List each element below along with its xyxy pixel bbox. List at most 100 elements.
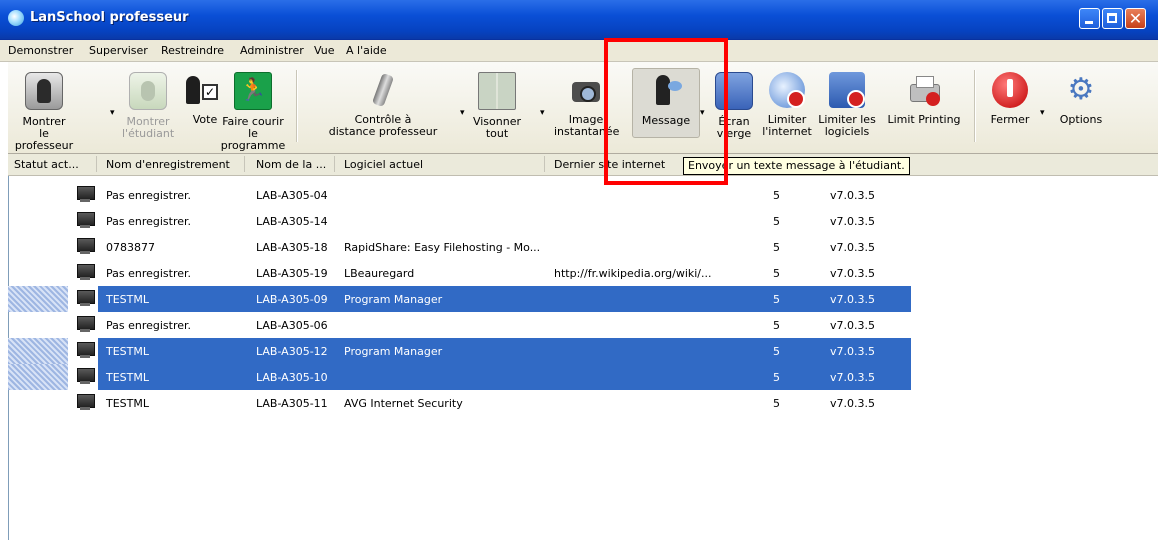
- cell-nom-enregistrement: Pas enregistrer.: [106, 215, 192, 228]
- table-row[interactable]: TESTML LAB-A305-09 Program Manager 5 v7.0.3.…: [77, 286, 911, 312]
- maximize-button[interactable]: [1102, 8, 1123, 29]
- remote-control-icon: [365, 72, 401, 108]
- cell-version: v7.0.3.5: [830, 397, 875, 410]
- table-row[interactable]: Pas enregistrer. LAB-A305-06 5 v7.0.3.5: [8, 312, 911, 338]
- monitor-icon: [76, 289, 95, 307]
- menu-superviser[interactable]: Superviser: [89, 44, 148, 57]
- cell-logiciel: Program Manager: [344, 345, 443, 358]
- column-divider[interactable]: [334, 156, 335, 172]
- limiter-internet-button[interactable]: Limiter l'internet: [760, 72, 814, 152]
- run-program-icon: 🏃: [234, 72, 272, 110]
- maximize-icon: [1107, 13, 1117, 23]
- toolbar-separator: [296, 70, 298, 142]
- visonner-tout-button[interactable]: Visonner tout: [470, 72, 524, 152]
- cell-machine: LAB-A305-10: [256, 371, 328, 384]
- camera-icon: [568, 72, 604, 108]
- column-nom-enregistrement[interactable]: Nom d'enregistrement: [106, 158, 230, 171]
- options-label: Options: [1059, 113, 1103, 126]
- fermer-button[interactable]: Fermer: [984, 72, 1036, 152]
- cell-version: v7.0.3.5: [830, 319, 875, 332]
- cell-count: 5: [773, 371, 780, 384]
- cell-version: v7.0.3.5: [830, 267, 875, 280]
- visonner-dropdown-icon[interactable]: ▾: [540, 108, 545, 118]
- monitor-icon: [76, 315, 95, 333]
- monitor-icon: [76, 393, 95, 411]
- column-logiciel-actuel[interactable]: Logiciel actuel: [344, 158, 423, 171]
- cell-nom-enregistrement: TESTML: [106, 397, 149, 410]
- fermer-label: Fermer: [990, 113, 1030, 126]
- table-row[interactable]: Pas enregistrer. LAB-A305-14 5 v7.0.3.5: [8, 208, 911, 234]
- cell-nom-enregistrement: TESTML: [106, 371, 149, 384]
- menu-vue[interactable]: Vue: [314, 44, 335, 57]
- minimize-button[interactable]: [1079, 8, 1100, 29]
- cell-machine: LAB-A305-14: [256, 215, 328, 228]
- cell-nom-enregistrement: Pas enregistrer.: [106, 267, 192, 280]
- cell-machine: LAB-A305-18: [256, 241, 328, 254]
- cell-nom-enregistrement: Pas enregistrer.: [106, 319, 192, 332]
- column-divider[interactable]: [244, 156, 245, 172]
- cell-logiciel: RapidShare: Easy Filehosting - Mo...: [344, 241, 541, 254]
- column-divider[interactable]: [96, 156, 97, 172]
- controle-distance-button[interactable]: Contrôle à distance professeur: [328, 72, 438, 152]
- limiter-logiciels-label-2: logiciels: [824, 125, 870, 138]
- controle-dropdown-icon[interactable]: ▾: [460, 108, 465, 118]
- cell-version: v7.0.3.5: [830, 215, 875, 228]
- limit-printing-label: Limit Printing: [887, 113, 961, 126]
- limit-printing-button[interactable]: Limit Printing: [884, 72, 964, 152]
- table-row[interactable]: TESTML LAB-A305-11 AVG Internet Security 5 v…: [8, 390, 911, 416]
- monitor-icon: [76, 185, 95, 203]
- montrer-dropdown-icon[interactable]: ▾: [110, 108, 115, 118]
- cell-count: 5: [773, 319, 780, 332]
- column-statut[interactable]: Statut act...: [14, 158, 79, 171]
- close-icon: ✕: [1128, 9, 1143, 28]
- cell-nom-enregistrement: TESTML: [106, 293, 149, 306]
- menu-aide[interactable]: A l'aide: [346, 44, 387, 57]
- cell-version: v7.0.3.5: [830, 371, 875, 384]
- cell-nom-enregistrement: 0783877: [106, 241, 155, 254]
- fermer-dropdown-icon[interactable]: ▾: [1040, 108, 1045, 118]
- montrer-etudiant-button[interactable]: Montrer l'étudiant: [122, 72, 174, 152]
- column-divider[interactable]: [544, 156, 545, 172]
- cell-count: 5: [773, 267, 780, 280]
- cell-machine: LAB-A305-04: [256, 189, 328, 202]
- table-row[interactable]: Pas enregistrer. LAB-A305-19 LBeauregard ht…: [8, 260, 911, 286]
- minimize-icon: [1085, 21, 1093, 24]
- montrer-professeur-button[interactable]: Montrer le professeur: [14, 72, 74, 152]
- cell-logiciel: LBeauregard: [344, 267, 415, 280]
- list-header: Statut act... Nom d'enregistrement Nom d…: [8, 154, 1158, 176]
- close-button[interactable]: ✕: [1125, 8, 1146, 29]
- table-row[interactable]: Pas enregistrer. LAB-A305-04 5 v7.0.3.5: [8, 182, 911, 208]
- lanschool-app-icon: [8, 10, 24, 26]
- cell-version: v7.0.3.5: [830, 345, 875, 358]
- faire-courir-button[interactable]: 🏃 Faire courir le programme: [218, 72, 288, 152]
- cell-count: 5: [773, 345, 780, 358]
- cell-nom-enregistrement: Pas enregistrer.: [106, 189, 192, 202]
- highlight-box: [604, 38, 728, 185]
- table-row[interactable]: 0783877 LAB-A305-18 RapidShare: Easy Fileh…: [8, 234, 911, 260]
- vote-button[interactable]: ✓ Vote: [180, 72, 220, 152]
- table-row[interactable]: TESTML LAB-A305-12 Program Manager 5 v7.0.3.…: [77, 338, 911, 364]
- toolbar-separator-2: [974, 70, 976, 142]
- cell-machine: LAB-A305-09: [256, 293, 328, 306]
- cell-machine: LAB-A305-12: [256, 345, 328, 358]
- controle-label-2: distance professeur: [328, 125, 438, 138]
- monitor-icon: [76, 211, 95, 229]
- cell-nom-enregistrement: TESTML: [106, 345, 149, 358]
- options-button[interactable]: ⚙ Options: [1054, 72, 1108, 152]
- window-title: LanSchool professeur: [30, 10, 189, 25]
- student-screen-icon: [129, 72, 167, 110]
- menu-demonstrer[interactable]: Demonstrer: [8, 44, 73, 57]
- apps-block-icon: [829, 72, 865, 108]
- globe-block-icon: [769, 72, 805, 108]
- cell-count: 5: [773, 215, 780, 228]
- montrer-prof-label-2: le professeur: [14, 127, 74, 152]
- limiter-internet-label-2: l'internet: [762, 125, 812, 138]
- menu-restreindre[interactable]: Restreindre: [161, 44, 224, 57]
- faire-courir-label-2: le programme: [220, 127, 286, 152]
- menu-administrer[interactable]: Administrer: [240, 44, 304, 57]
- cell-logiciel: Program Manager: [344, 293, 443, 306]
- column-nom-de-la[interactable]: Nom de la ...: [256, 158, 326, 171]
- table-row[interactable]: TESTML LAB-A305-10 5 v7.0.3.5: [77, 364, 911, 390]
- cell-count: 5: [773, 189, 780, 202]
- limiter-logiciels-button[interactable]: Limiter les logiciels: [816, 72, 878, 152]
